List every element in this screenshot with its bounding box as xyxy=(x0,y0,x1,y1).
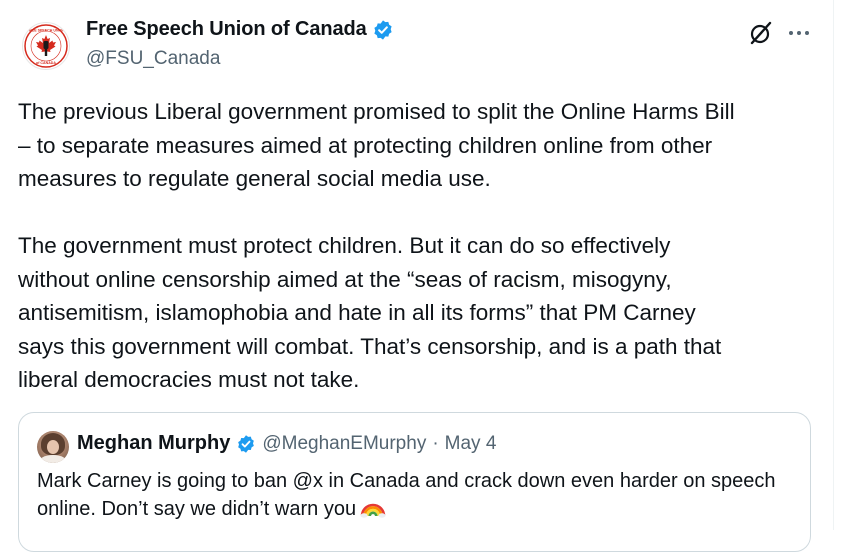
separator-dot: · xyxy=(432,432,439,454)
quoted-tweet[interactable]: Meghan Murphy @MeghanEMurphy · May 4 Mar… xyxy=(18,412,811,552)
tweet-text: The previous Liberal government promised… xyxy=(18,99,735,392)
author-name-row: Free Speech Union of Canada xyxy=(86,18,394,41)
quoted-tweet-header: Meghan Murphy @MeghanEMurphy · May 4 xyxy=(77,432,496,455)
svg-text:FREE SPEECH UNION: FREE SPEECH UNION xyxy=(27,29,65,33)
quoted-author-handle: @MeghanEMurphy xyxy=(262,432,427,454)
quoted-tweet-date: May 4 xyxy=(444,432,497,454)
quoted-author-avatar[interactable] xyxy=(37,431,69,463)
fsu-logo-icon: FREE SPEECH UNION of CANADA xyxy=(24,24,68,68)
rainbow-icon xyxy=(360,496,386,518)
quoted-tweet-text-block: Mark Carney is going to ban @x in Canada… xyxy=(37,467,797,523)
grok-icon[interactable] xyxy=(748,20,774,46)
timeline-border xyxy=(833,0,834,530)
verified-badge-icon xyxy=(372,19,394,41)
more-icon[interactable] xyxy=(786,20,812,46)
svg-text:of CANADA: of CANADA xyxy=(36,61,56,65)
quoted-author-name: Meghan Murphy xyxy=(77,432,231,454)
author-display-name[interactable]: Free Speech Union of Canada xyxy=(86,18,367,41)
quoted-tweet-text: Mark Carney is going to ban @x in Canada… xyxy=(37,470,776,520)
author-handle[interactable]: @FSU_Canada xyxy=(86,48,220,70)
verified-badge-icon xyxy=(236,434,256,454)
author-avatar[interactable]: FREE SPEECH UNION of CANADA xyxy=(22,22,70,70)
